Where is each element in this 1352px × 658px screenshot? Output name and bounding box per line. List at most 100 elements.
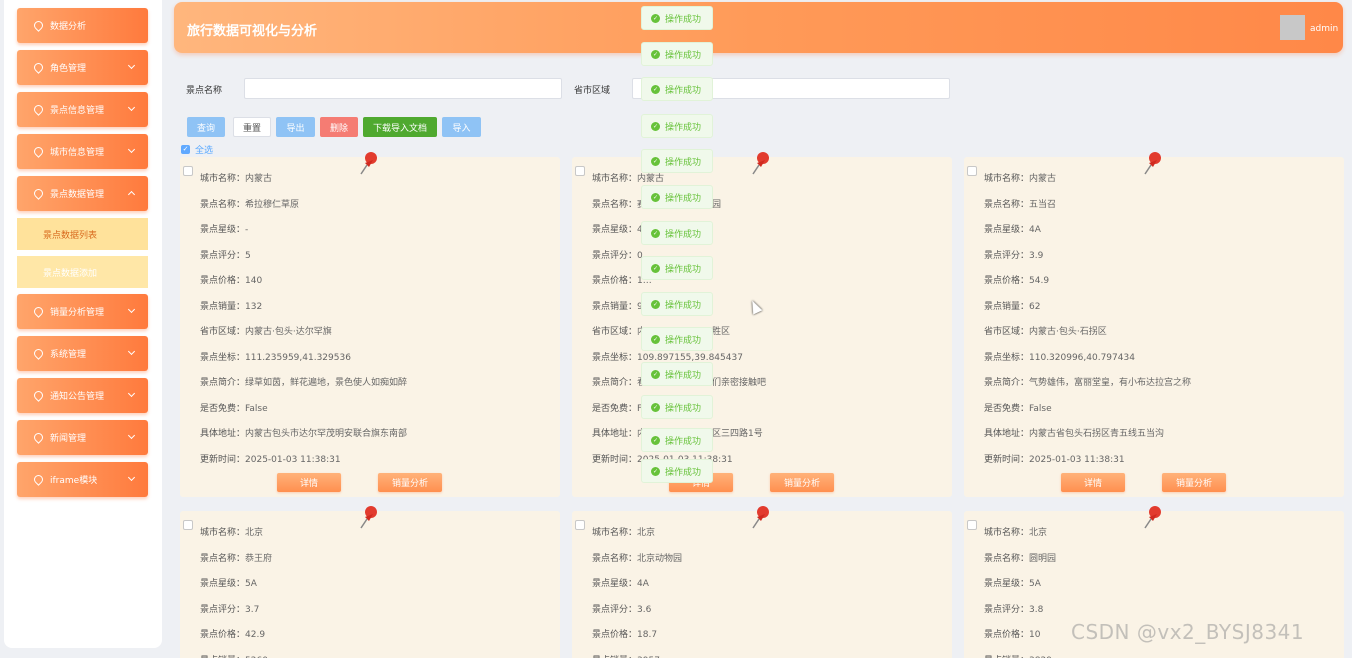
sidebar-item-scenic-data[interactable]: 景点数据管理 xyxy=(17,176,148,211)
toast-text: 操作成功 xyxy=(665,300,702,311)
card-checkbox[interactable] xyxy=(967,520,977,530)
check-icon: ✓ xyxy=(181,145,190,154)
field-label: 省市区域： xyxy=(200,327,246,337)
field-value: 内蒙古 xyxy=(1029,174,1057,184)
field-label: 更新时间： xyxy=(592,454,638,465)
card-field-address: 具体地址：内蒙古包头市达尔罕茂明安联合旗东南部 xyxy=(200,426,407,439)
card-field-level: 景点星级：- xyxy=(200,222,248,235)
field-label: 是否免费： xyxy=(592,403,638,414)
field-value: 圆明园 xyxy=(1029,553,1057,564)
field-value: 10 xyxy=(1029,630,1041,640)
field-label: 景点名称： xyxy=(200,553,246,564)
card-checkbox[interactable] xyxy=(575,166,585,176)
sidebar-item-news[interactable]: 新闻管理 xyxy=(17,420,148,455)
sidebar-item-iframe[interactable]: iframe模块 xyxy=(17,462,148,497)
success-toast: ✓ 操作成功 xyxy=(641,362,713,386)
location-icon xyxy=(32,61,45,74)
reset-button[interactable]: 重置 xyxy=(233,117,271,137)
card-field-updated: 更新时间：2025-01-03 11:38:31 xyxy=(984,452,1125,465)
pushpin-icon xyxy=(360,152,377,175)
success-check-icon: ✓ xyxy=(651,334,660,344)
field-label: 景点评分： xyxy=(592,250,638,261)
card-checkbox[interactable] xyxy=(183,520,193,530)
download-template-button[interactable]: 下载导入文档 xyxy=(363,117,437,137)
detail-button[interactable]: 详情 xyxy=(1061,473,1125,492)
scenic-name-input[interactable] xyxy=(244,78,562,99)
card-field-sales: 景点销量：132 xyxy=(200,299,262,312)
chevron-down-icon xyxy=(127,389,136,398)
card-field-intro: 景点简介：气势雄伟，富丽堂皇，有小布达拉宫之称 xyxy=(984,375,1191,388)
success-check-icon: ✓ xyxy=(651,121,660,131)
card-field-score: 景点评分：3.7 xyxy=(200,602,259,615)
field-value: 110.320996,40.797434 xyxy=(1029,352,1135,363)
sidebar-item-sales-analysis[interactable]: 销量分析管理 xyxy=(17,294,148,329)
field-label: 景点价格： xyxy=(984,630,1030,640)
sidebar-item-city-info[interactable]: 城市信息管理 xyxy=(17,134,148,169)
card-field-city: 城市名称：北京 xyxy=(984,525,1047,538)
toast-text: 操作成功 xyxy=(665,193,702,204)
card-field-sales: 景点销量：3829 xyxy=(984,653,1052,658)
select-all-checkbox[interactable]: ✓ 全选 xyxy=(181,143,213,156)
card-field-price: 景点价格：140 xyxy=(200,273,262,286)
detail-button[interactable]: 详情 xyxy=(277,473,341,492)
field-label: 是否免费： xyxy=(984,403,1030,414)
field-label: 景点评分： xyxy=(984,604,1030,615)
field-value: False xyxy=(1029,403,1052,414)
sidebar-item-notice[interactable]: 通知公告管理 xyxy=(17,378,148,413)
field-value: 3.8 xyxy=(1029,604,1044,615)
delete-button[interactable]: 删除 xyxy=(320,117,358,137)
username[interactable]: admin xyxy=(1310,24,1338,34)
success-toast: ✓ 操作成功 xyxy=(641,459,713,483)
sidebar-item-role[interactable]: 角色管理 xyxy=(17,50,148,85)
toast-text: 操作成功 xyxy=(665,50,702,61)
card-field-name: 景点名称：希拉穆仁草原 xyxy=(200,197,299,210)
card-field-city: 城市名称：北京 xyxy=(592,525,655,538)
card-checkbox[interactable] xyxy=(183,166,193,176)
sidebar-subitem-scenic-add[interactable]: 景点数据添加 xyxy=(17,256,148,288)
field-value: 绿草如茵，鲜花遍地，景色使人如痴如醉 xyxy=(245,378,408,388)
toast-text: 操作成功 xyxy=(665,467,702,478)
field-value: 2025-01-03 11:38:31 xyxy=(245,454,341,465)
sales-analysis-button[interactable]: 销量分析 xyxy=(770,473,834,492)
sales-analysis-button[interactable]: 销量分析 xyxy=(378,473,442,492)
scenic-card: 城市名称：北京 景点名称：北京动物园 景点星级：4A 景点评分：3.6 景点价格：18.… xyxy=(572,506,952,658)
field-value: 5 xyxy=(245,250,251,261)
card-checkbox[interactable] xyxy=(575,520,585,530)
scenic-card: 城市名称：内蒙古景点名称：赛……园景点星级：4景点评分：0景点价格：1…景点销量… xyxy=(572,152,952,497)
sidebar: 数据分析 角色管理 景点信息管理 城市信息管理 景点数据管理 景点数据列表 景点… xyxy=(4,0,162,648)
field-value: 111.235959,41.329536 xyxy=(245,352,351,363)
field-value: - xyxy=(245,225,249,235)
field-value: 54.9 xyxy=(1029,276,1050,286)
field-value: 4A xyxy=(637,579,649,589)
field-label: 景点价格： xyxy=(592,276,638,286)
field-value: 5A xyxy=(1029,579,1041,589)
card-checkbox[interactable] xyxy=(967,166,977,176)
field-label: 景点名称： xyxy=(200,199,246,210)
success-check-icon: ✓ xyxy=(651,369,660,379)
field-label: 景点简介： xyxy=(592,378,638,388)
avatar[interactable] xyxy=(1280,15,1305,40)
sidebar-item-data-analysis[interactable]: 数据分析 xyxy=(17,8,148,43)
toast-text: 操作成功 xyxy=(665,122,702,133)
location-icon xyxy=(32,19,45,32)
field-label: 城市名称： xyxy=(200,528,246,538)
field-label: 更新时间： xyxy=(984,454,1030,465)
field-value: 内蒙古·包头·达尔罕旗 xyxy=(245,327,332,337)
import-button[interactable]: 导入 xyxy=(442,117,481,137)
field-value: 北京 xyxy=(245,528,264,538)
sidebar-item-system[interactable]: 系统管理 xyxy=(17,336,148,371)
toast-text: 操作成功 xyxy=(665,14,702,25)
sidebar-subitem-scenic-list[interactable]: 景点数据列表 xyxy=(17,218,148,250)
query-button[interactable]: 查询 xyxy=(187,117,225,137)
export-button[interactable]: 导出 xyxy=(276,117,315,137)
card-field-name: 景点名称：恭王府 xyxy=(200,551,272,564)
sidebar-item-scenic-info[interactable]: 景点信息管理 xyxy=(17,92,148,127)
card-field-city: 城市名称：内蒙古 xyxy=(984,171,1056,184)
toast-text: 操作成功 xyxy=(665,335,702,346)
sales-analysis-button[interactable]: 销量分析 xyxy=(1162,473,1226,492)
scenic-card: 城市名称：北京景点名称：恭王府景点星级：5A景点评分：3.7景点价格：42.9景… xyxy=(180,506,560,658)
field-value: 北京 xyxy=(1029,528,1048,538)
field-label: 更新时间： xyxy=(200,454,246,465)
field-label: 城市名称： xyxy=(592,528,638,538)
field-value: 3.9 xyxy=(1029,250,1044,261)
